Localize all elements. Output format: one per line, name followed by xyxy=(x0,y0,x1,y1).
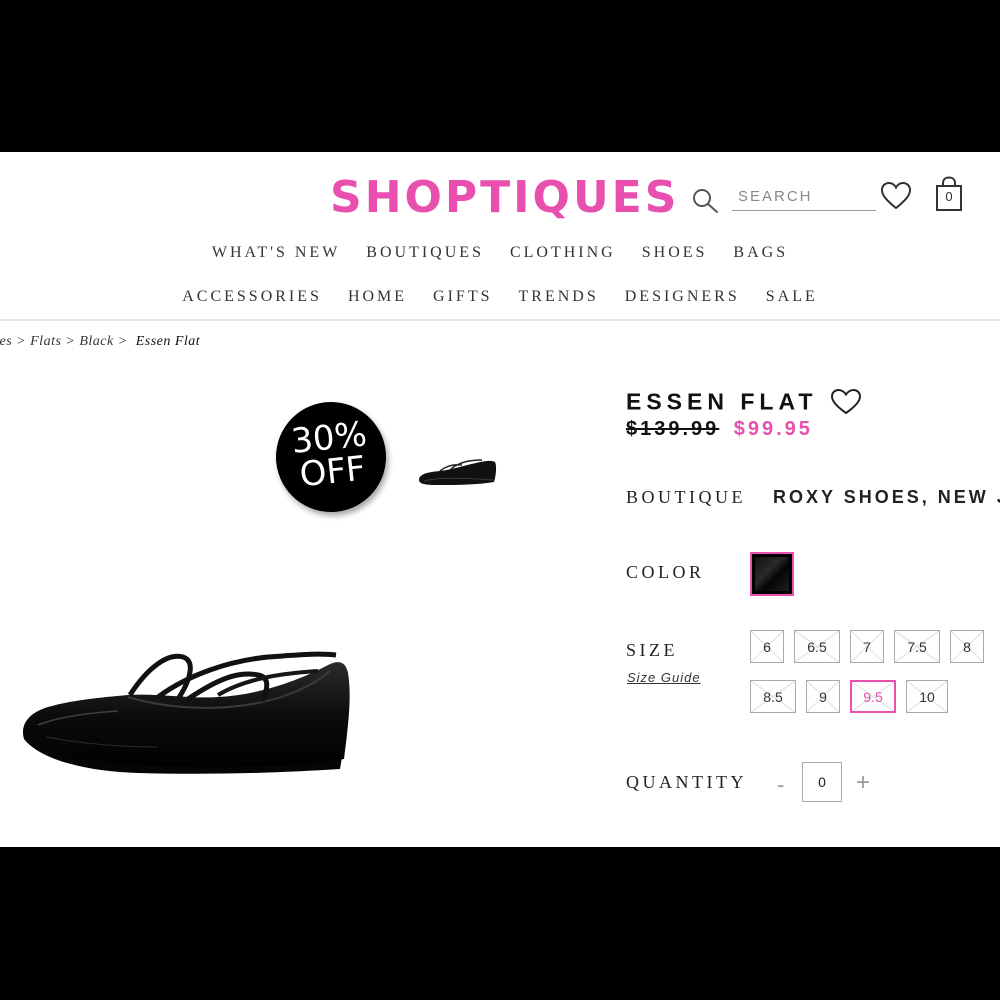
size-label: SIZE xyxy=(626,640,678,660)
nav-accessories[interactable]: ACCESSORIES xyxy=(182,288,322,306)
original-price: $139.99 xyxy=(626,418,720,440)
nav-whats-new[interactable]: WHAT'S NEW xyxy=(212,244,340,262)
nav-boutiques[interactable]: BOUTIQUES xyxy=(366,244,484,262)
size-option-selected[interactable]: 9.5 xyxy=(850,680,896,713)
nav-trends[interactable]: TRENDS xyxy=(519,288,599,306)
sale-price: $99.95 xyxy=(733,418,813,440)
size-option[interactable]: 8 xyxy=(950,630,984,663)
nav-sale[interactable]: SALE xyxy=(766,288,818,306)
size-option[interactable]: 6.5 xyxy=(794,630,840,663)
product-page: SHOPTIQUES 0 WHAT'S NEW BOUTIQUES CLOTHI… xyxy=(0,152,1000,847)
breadcrumb-black[interactable]: Black xyxy=(79,334,113,349)
size-option[interactable]: 7 xyxy=(850,630,884,663)
cart-count: 0 xyxy=(945,189,953,204)
search-input[interactable] xyxy=(732,184,884,208)
header-divider xyxy=(0,319,1000,321)
size-option-label: 9 xyxy=(819,688,827,705)
size-option-label: 8 xyxy=(963,638,971,655)
size-option[interactable]: 9 xyxy=(806,680,840,713)
quantity-label: QUANTITY xyxy=(626,772,747,792)
breadcrumb: oes > Flats > Black > Essen Flat xyxy=(0,334,200,350)
color-swatch-black[interactable] xyxy=(750,552,794,596)
size-option[interactable]: 10 xyxy=(906,680,948,713)
size-option-label: 9.5 xyxy=(863,688,883,705)
size-option-label: 7 xyxy=(863,638,871,655)
size-option-label: 10 xyxy=(919,688,935,705)
price-row: $139.99 $99.95 xyxy=(626,418,813,441)
size-option-label: 6 xyxy=(763,638,771,655)
main-nav-row-2: ACCESSORIES HOME GIFTS TRENDS DESIGNERS … xyxy=(0,288,1000,306)
product-title-row: ESSEN FLAT xyxy=(626,388,862,416)
color-label: COLOR xyxy=(626,562,705,582)
breadcrumb-separator: > xyxy=(12,334,31,349)
size-guide-link[interactable]: Size Guide xyxy=(627,670,701,685)
search-box xyxy=(732,184,884,211)
size-option[interactable]: 8.5 xyxy=(750,680,796,713)
discount-badge: 30% OFF xyxy=(270,396,392,518)
product-title: ESSEN FLAT xyxy=(626,388,818,415)
breadcrumb-separator: > xyxy=(61,334,80,349)
breadcrumb-shoes[interactable]: oes xyxy=(0,334,12,349)
site-logo[interactable]: SHOPTIQUES xyxy=(330,172,679,223)
main-nav-row-1: WHAT'S NEW BOUTIQUES CLOTHING SHOES BAGS xyxy=(0,244,1000,262)
wishlist-heart-icon[interactable] xyxy=(880,181,912,211)
nav-shoes[interactable]: SHOES xyxy=(642,244,708,262)
nav-bags[interactable]: BAGS xyxy=(733,244,788,262)
nav-home[interactable]: HOME xyxy=(348,288,407,306)
boutique-label: BOUTIQUE xyxy=(626,487,746,507)
product-main-image[interactable] xyxy=(18,647,358,787)
quantity-decrement-button[interactable]: - xyxy=(777,772,784,798)
add-to-wishlist-heart-icon[interactable] xyxy=(830,388,862,416)
search-icon[interactable] xyxy=(690,186,720,216)
breadcrumb-current: Essen Flat xyxy=(135,334,201,349)
quantity-input[interactable] xyxy=(802,762,842,802)
size-option-label: 7.5 xyxy=(907,638,927,655)
breadcrumb-separator: > xyxy=(113,334,132,349)
nav-gifts[interactable]: GIFTS xyxy=(433,288,492,306)
breadcrumb-flats[interactable]: Flats xyxy=(30,334,61,349)
nav-clothing[interactable]: CLOTHING xyxy=(510,244,616,262)
size-option[interactable]: 7.5 xyxy=(894,630,940,663)
size-option-label: 8.5 xyxy=(763,688,783,705)
color-swatch-fill xyxy=(755,557,789,591)
quantity-increment-button[interactable]: + xyxy=(856,769,870,797)
nav-designers[interactable]: DESIGNERS xyxy=(625,288,740,306)
boutique-name[interactable]: ROXY SHOES, NEW J xyxy=(773,487,1000,508)
product-thumbnail[interactable] xyxy=(416,454,498,490)
size-option[interactable]: 6 xyxy=(750,630,784,663)
size-option-label: 6.5 xyxy=(807,638,827,655)
